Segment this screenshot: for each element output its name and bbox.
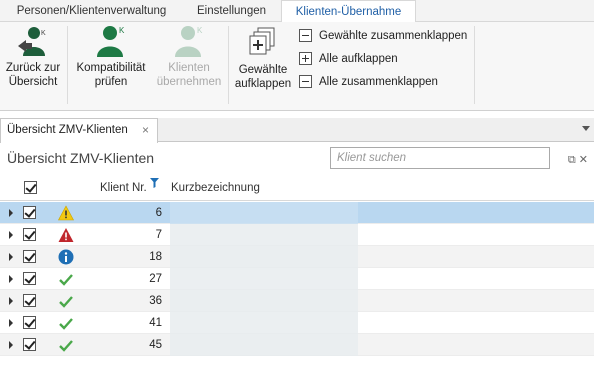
- client-number: 7: [155, 229, 162, 241]
- error-icon: [58, 228, 74, 242]
- expand-row-icon[interactable]: [9, 341, 13, 349]
- row-checkbox[interactable]: [23, 294, 36, 307]
- transfer-clients-button[interactable]: K Klienten übernehmen: [152, 22, 226, 89]
- client-number: 41: [149, 317, 162, 329]
- grid-header: Klient Nr. Kurzbezeichnung: [0, 175, 594, 201]
- client-number: 36: [149, 295, 162, 307]
- short-name-cell: [170, 290, 358, 312]
- client-number: 6: [155, 207, 162, 219]
- client-number: 45: [149, 339, 162, 351]
- back-label-1: Zurück zur: [5, 62, 61, 74]
- ribbon-divider: [228, 26, 229, 104]
- row-checkbox[interactable]: [23, 206, 36, 219]
- row-checkbox[interactable]: [23, 316, 36, 329]
- collapse-icon: [299, 29, 312, 42]
- ribbon-divider: [67, 26, 68, 104]
- expand-all-label: Alle aufklappen: [319, 53, 398, 65]
- table-row[interactable]: 36: [0, 290, 594, 312]
- transfer-label-1: Klienten: [168, 62, 210, 74]
- client-number: 18: [149, 251, 162, 263]
- row-checkbox[interactable]: [23, 250, 36, 263]
- compat-label-2: prüfen: [94, 76, 128, 88]
- back-to-overview-button[interactable]: K Zurück zur Übersicht: [2, 22, 64, 89]
- table-row[interactable]: 6: [0, 202, 594, 224]
- info-icon: [58, 249, 74, 265]
- chevron-down-icon[interactable]: [582, 126, 590, 131]
- collapse-all-label: Alle zusammenklappen: [319, 76, 438, 88]
- short-name-cell: [170, 202, 358, 224]
- client-grid-rows: 6 7 18 27 36 41 45: [0, 202, 594, 356]
- back-label-2: Übersicht: [8, 76, 58, 88]
- tab-personen-klientenverwaltung[interactable]: Personen/Klientenverwaltung: [0, 0, 183, 22]
- svg-text:K: K: [119, 26, 125, 35]
- row-checkbox[interactable]: [23, 228, 36, 241]
- ribbon-divider: [474, 26, 475, 104]
- expand-row-icon[interactable]: [9, 297, 13, 305]
- filter-icon[interactable]: [150, 178, 159, 188]
- table-row[interactable]: 45: [0, 334, 594, 356]
- expand-selected-label-1: Gewählte: [238, 64, 288, 76]
- check-compatibility-button[interactable]: K Kompatibilität prüfen: [70, 22, 152, 89]
- client-search-input[interactable]: [330, 147, 550, 169]
- collapse-icon: [299, 75, 312, 88]
- person-back-icon: K: [18, 27, 46, 56]
- person-k-icon: K: [97, 26, 125, 57]
- column-header-klient-nr[interactable]: Klient Nr.: [100, 175, 159, 201]
- panel-header: Übersicht ZMV-Klienten ⧉✕: [0, 143, 594, 173]
- checkmark-icon: [59, 296, 73, 308]
- expand-selected-label-2: aufklappen: [234, 78, 292, 90]
- select-all-checkbox[interactable]: [24, 181, 37, 194]
- short-name-cell: [170, 246, 358, 268]
- expand-row-icon[interactable]: [9, 209, 13, 217]
- panel-header-icons: ⧉ ✕: [565, 153, 588, 167]
- row-checkbox[interactable]: [23, 272, 36, 285]
- row-checkbox[interactable]: [23, 338, 36, 351]
- short-name-cell: [170, 224, 358, 246]
- tab-einstellungen[interactable]: Einstellungen: [183, 0, 280, 22]
- tab-klienten-uebernahme[interactable]: Klienten-Übernahme: [281, 0, 416, 23]
- expand-selected-button[interactable]: Gewählte aufklappen: [232, 22, 294, 91]
- expand-row-icon[interactable]: [9, 231, 13, 239]
- svg-text:K: K: [41, 30, 46, 37]
- expand-row-icon[interactable]: [9, 275, 13, 283]
- document-tab-label: Übersicht ZMV-Klienten: [7, 124, 128, 136]
- checkmark-icon: [59, 318, 73, 330]
- close-icon[interactable]: ×: [142, 119, 149, 142]
- person-k-icon: K: [175, 26, 203, 57]
- checkmark-icon: [59, 340, 73, 352]
- table-row[interactable]: 7: [0, 224, 594, 246]
- table-row[interactable]: 27: [0, 268, 594, 290]
- collapse-selected-label: Gewählte zusammenklappen: [319, 30, 468, 42]
- panel-title: Übersicht ZMV-Klienten: [7, 150, 155, 166]
- column-header-klient-nr-label: Klient Nr.: [100, 182, 147, 194]
- table-row[interactable]: 18: [0, 246, 594, 268]
- compat-label-1: Kompatibilität: [76, 62, 146, 74]
- ribbon-tab-strip: Personen/Klientenverwaltung Einstellunge…: [0, 0, 594, 23]
- expand-icon: [249, 27, 275, 55]
- svg-text:K: K: [197, 26, 203, 35]
- close-icon[interactable]: ✕: [579, 154, 588, 166]
- table-row[interactable]: 41: [0, 312, 594, 334]
- popout-icon[interactable]: ⧉: [568, 154, 576, 166]
- warning-icon: [58, 205, 74, 221]
- expand-plus-icon: [299, 52, 312, 65]
- column-header-kurzbezeichnung[interactable]: Kurzbezeichnung: [171, 175, 260, 201]
- client-number: 27: [149, 273, 162, 285]
- transfer-label-2: übernehmen: [156, 76, 222, 88]
- short-name-cell: [170, 268, 358, 290]
- document-tab-bar: Übersicht ZMV-Klienten ×: [0, 118, 594, 143]
- expand-row-icon[interactable]: [9, 319, 13, 327]
- short-name-cell: [170, 334, 358, 356]
- short-name-cell: [170, 312, 358, 334]
- checkmark-icon: [59, 274, 73, 286]
- document-tab-uebersicht[interactable]: Übersicht ZMV-Klienten ×: [0, 118, 158, 143]
- expand-row-icon[interactable]: [9, 253, 13, 261]
- ribbon: K Zurück zur Übersicht K Kompatibilität …: [0, 22, 594, 111]
